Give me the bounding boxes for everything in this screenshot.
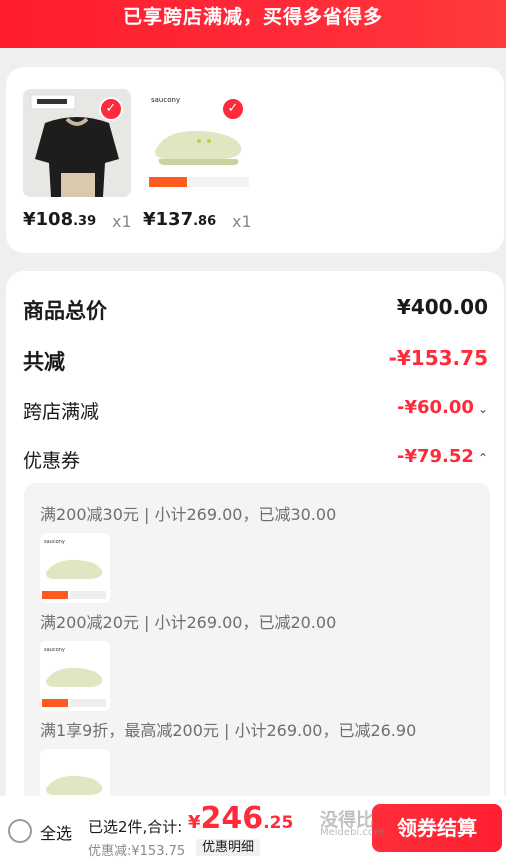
checkout-button[interactable]: 领券结算 [372,804,502,852]
svg-text:saucony: saucony [151,96,180,104]
discount-detail-button[interactable]: 优惠明细 [196,839,261,856]
select-all-label[interactable]: 全选 [40,820,72,844]
discount-summary: 优惠减:¥153.75 [88,844,186,857]
chevron-up-icon[interactable]: ⌃ [478,451,488,465]
total-reduce-row: 共减 -¥153.75 [23,346,488,376]
svg-text:saucony: saucony [44,539,65,545]
picked-count-label: 已选2件,合计: [88,818,183,836]
promo-banner-text: 已享跨店满减，买得多省得多 [122,6,383,28]
crossstore-row[interactable]: 跨店满减 -¥60.00 ⌄ [23,397,488,425]
slide-shoe-image: saucony [42,539,106,599]
total-reduce-value: -¥153.75 [388,346,488,370]
product-card: ✓ saucony ✓ ¥108.39 x1 ¥137.86 x1 [6,67,504,253]
product-price: ¥137.86 [143,209,217,230]
coupon-product-thumb: saucony [40,641,110,711]
total-price-row: 商品总价 ¥400.00 [23,295,488,325]
slide-shoe-image: saucony [42,647,106,707]
coupon-rule: 满1享9折，最高减200元 | 小计269.00，已减26.90 [40,721,417,740]
product-image-slide[interactable]: saucony ✓ [145,89,253,197]
crossstore-value: -¥60.00 [397,397,474,418]
coupon-rule: 满200减30元 | 小计269.00，已减30.00 [40,505,337,524]
promo-banner: 已享跨店满减，买得多省得多 [0,0,506,48]
product-image-tshirt[interactable]: ✓ [23,89,131,197]
selected-check-icon[interactable]: ✓ [99,97,123,121]
product-qty: x1 [112,212,132,231]
total-price-value: ¥400.00 [396,295,488,319]
coupon-rule: 满200减20元 | 小计269.00，已减20.00 [40,613,337,632]
svg-text:saucony: saucony [44,647,65,653]
chevron-down-icon[interactable]: ⌄ [478,402,488,416]
selected-check-icon[interactable]: ✓ [221,97,245,121]
select-all-radio[interactable] [8,819,32,843]
watermark-url: Meidebi.com [320,827,384,838]
coupon-value: -¥79.52 [397,446,474,467]
price-summary-card: 商品总价 ¥400.00 共减 -¥153.75 跨店满减 -¥60.00 ⌄ 优… [6,271,504,857]
crossstore-label: 跨店满减 [23,401,100,423]
total-reduce-label: 共减 [23,350,65,374]
coupon-product-thumb: saucony [40,533,110,603]
coupon-label: 优惠券 [23,450,81,472]
product-qty: x1 [232,212,252,231]
coupon-row[interactable]: 优惠券 -¥79.52 ⌃ [23,446,488,474]
product-price: ¥108.39 [23,209,97,230]
total-amount: ¥246.25 [188,801,294,836]
checkout-bar: 全选 已选2件,合计: ¥246.25 优惠减:¥153.75 优惠明细 领券结… [0,796,506,857]
total-price-label: 商品总价 [23,299,107,323]
